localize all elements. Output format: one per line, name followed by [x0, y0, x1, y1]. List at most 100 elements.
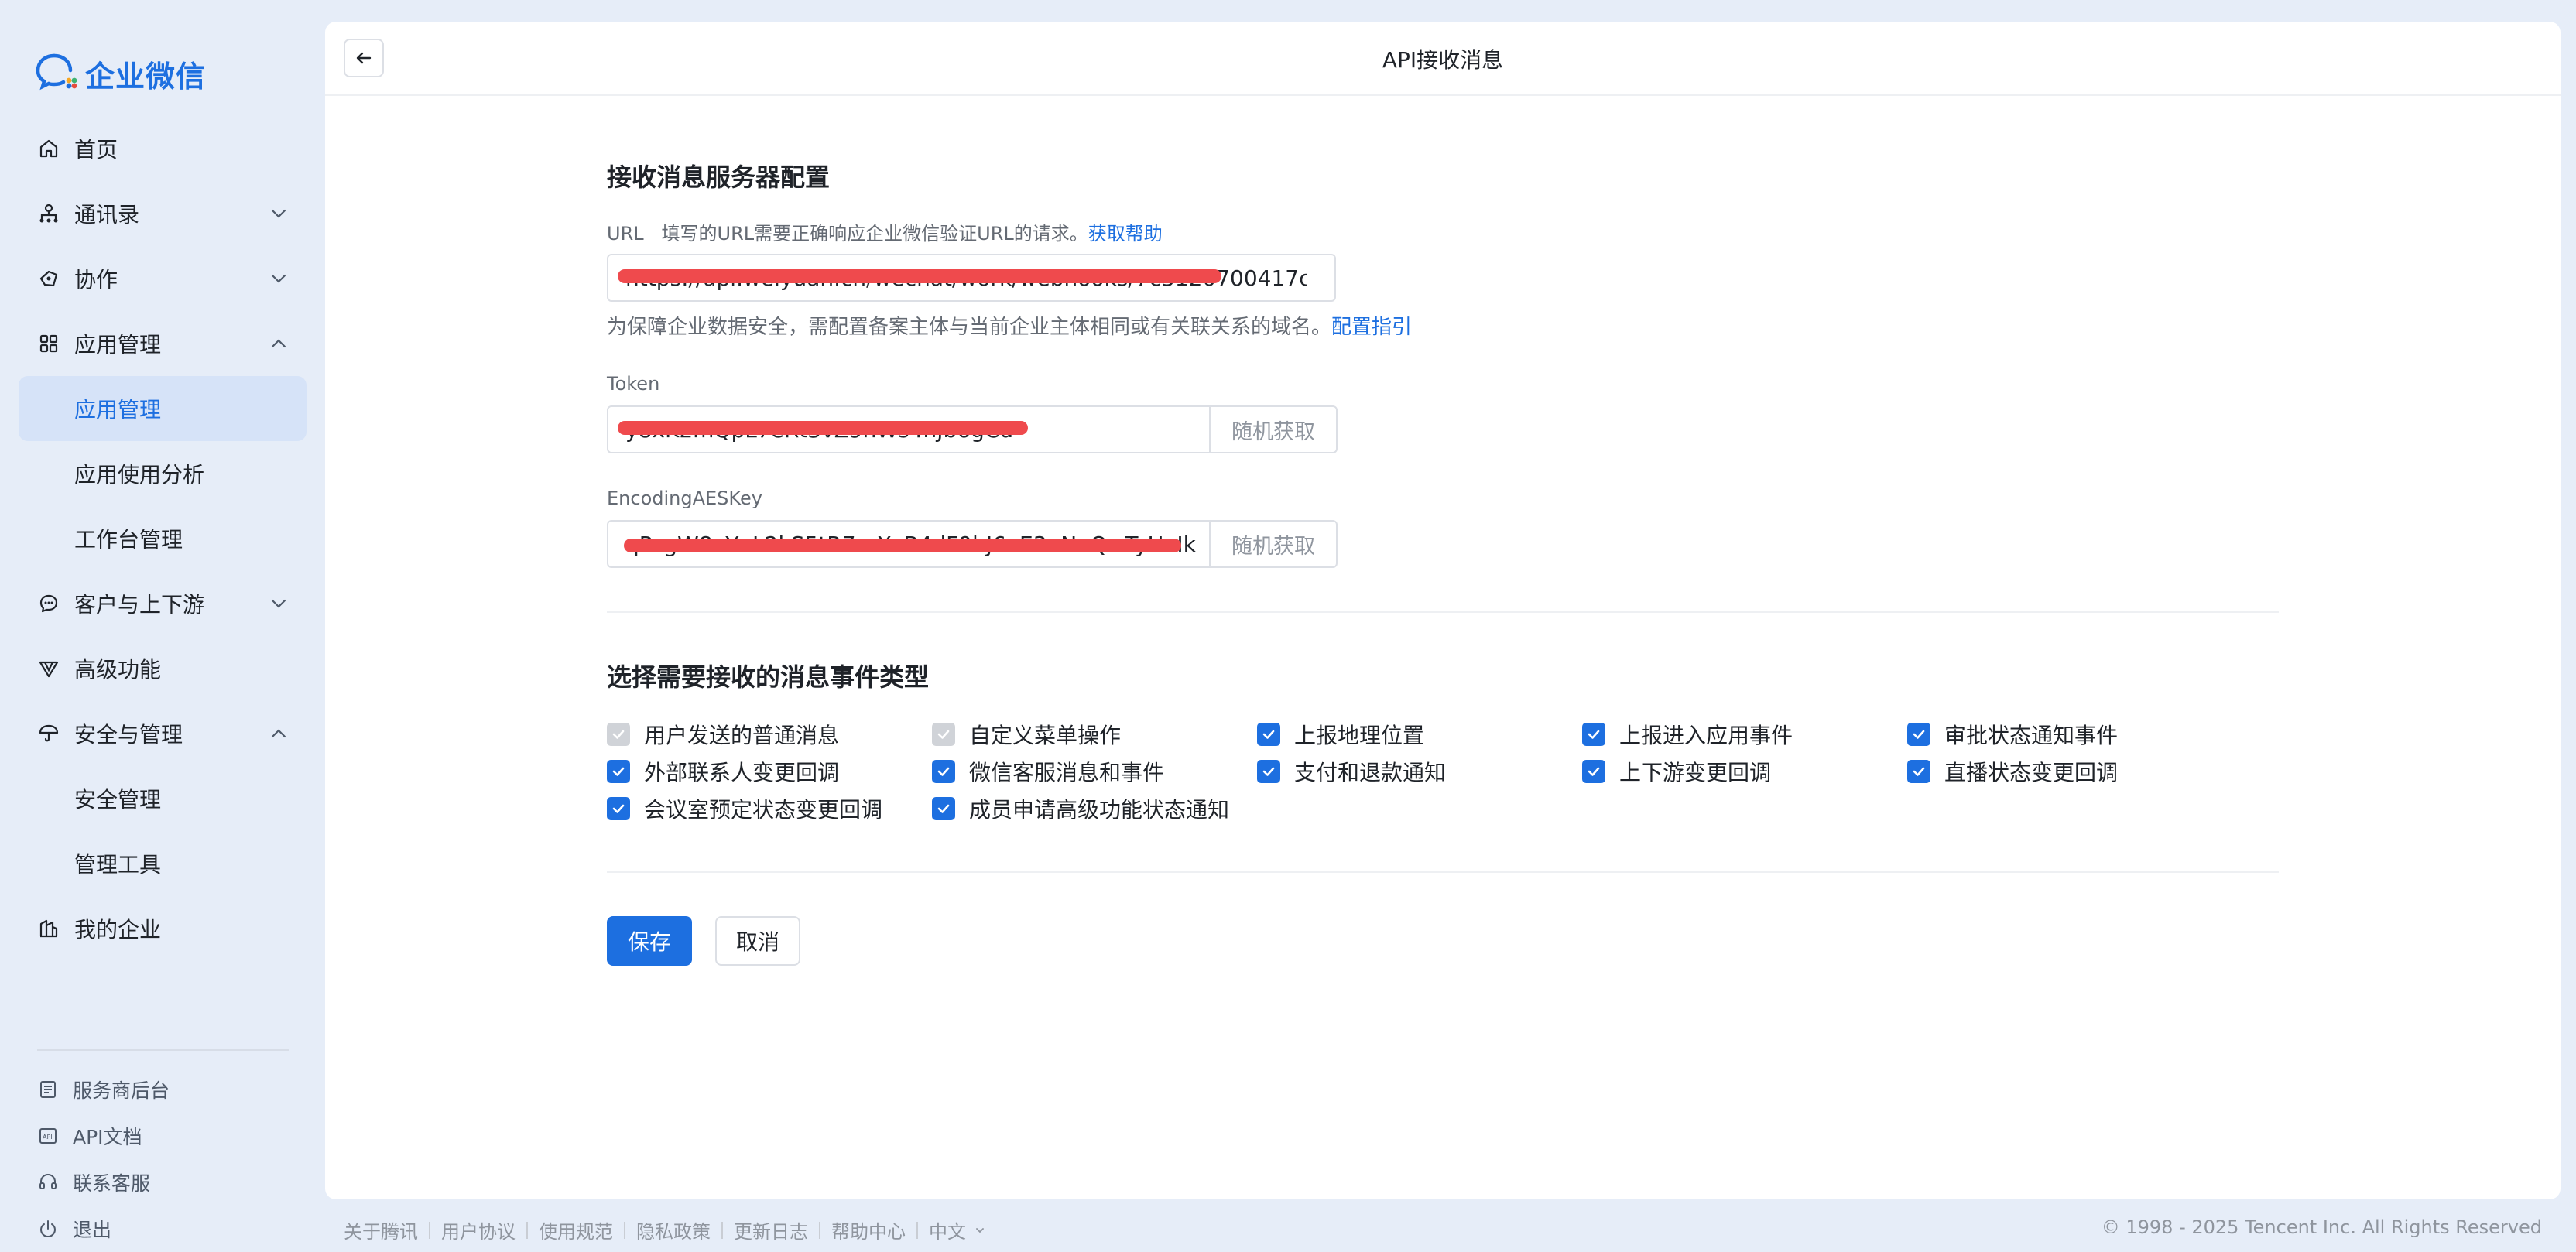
event-checkbox[interactable]: 成员申请高级功能状态通知: [932, 795, 1257, 823]
sidebar-footer-nav: 服务商后台 API API文档 联系客服 退出: [19, 1066, 307, 1252]
advanced-icon: [37, 657, 60, 680]
sidebar-footer-label: API文档: [73, 1126, 142, 1148]
token-random-button[interactable]: 随机获取: [1209, 405, 1338, 453]
footer-link[interactable]: 帮助中心: [831, 1216, 906, 1243]
checkmark-icon: [932, 797, 955, 820]
event-checkbox[interactable]: 直播状态变更回调: [1907, 758, 2232, 785]
wecom-logo-icon: [36, 53, 77, 94]
sidebar-item-my-company[interactable]: 我的企业: [19, 896, 307, 961]
footer-link[interactable]: 更新日志: [734, 1216, 808, 1243]
footer-separator: [721, 1221, 723, 1239]
building-icon: [37, 917, 60, 940]
language-selector[interactable]: 中文: [929, 1216, 966, 1243]
event-checkbox: 用户发送的普通消息: [607, 721, 932, 748]
sidebar-footer-label: 退出: [73, 1219, 112, 1241]
sidebar-item-advanced[interactable]: 高级功能: [19, 636, 307, 701]
sidebar-item-label: 我的企业: [74, 917, 162, 942]
sidebar-subitem-admin-tools[interactable]: 管理工具: [19, 831, 307, 896]
sidebar-item-label: 应用使用分析: [74, 462, 205, 487]
org-chart-icon: [37, 202, 60, 225]
event-checkbox[interactable]: 支付和退款通知: [1257, 758, 1582, 785]
event-checkbox-label: 上报进入应用事件: [1619, 723, 1793, 748]
checkmark-icon: [607, 797, 630, 820]
section-divider: [607, 611, 2279, 613]
sidebar-item-app-management[interactable]: 应用管理: [19, 311, 307, 376]
footer-separator: [624, 1221, 625, 1239]
event-checkbox-label: 微信客服消息和事件: [969, 760, 1165, 785]
page-title: API接收消息: [1382, 47, 1504, 73]
sidebar-link-logout[interactable]: 退出: [19, 1206, 307, 1252]
event-checkbox-label: 成员申请高级功能状态通知: [969, 797, 1230, 823]
aes-key-field: qPzgW8vYnL2kS5tR7mXcB4dF9hJ6aE3uNeQwTyUo…: [607, 520, 1338, 568]
domain-note: 为保障企业数据安全，需配置备案主体与当前企业主体相同或有关联关系的域名。: [607, 316, 1332, 339]
sidebar-item-security[interactable]: 安全与管理: [19, 701, 307, 766]
sidebar-link-api-docs[interactable]: API API文档: [19, 1113, 307, 1159]
aes-key-input[interactable]: qPzgW8vYnL2kS5tR7mXcB4dF9hJ6aE3uNeQwTyUo…: [607, 520, 1215, 568]
sidebar-item-label: 管理工具: [74, 852, 162, 877]
aes-key-label: EncodingAESKey: [607, 487, 762, 509]
aes-key-random-button[interactable]: 随机获取: [1209, 520, 1338, 568]
event-checkbox: 自定义菜单操作: [932, 721, 1257, 748]
copyright: © 1998 - 2025 Tencent Inc. All Rights Re…: [2101, 1216, 2542, 1238]
event-checkbox[interactable]: 外部联系人变更回调: [607, 758, 932, 785]
event-checkbox[interactable]: 会议室预定状态变更回调: [607, 795, 932, 823]
footer-link[interactable]: 隐私政策: [636, 1216, 711, 1243]
sidebar-subitem-app-analytics[interactable]: 应用使用分析: [19, 441, 307, 506]
chevron-down-icon: [271, 274, 286, 283]
sidebar-item-collab[interactable]: 协作: [19, 246, 307, 311]
brand-logo[interactable]: 企业微信: [36, 51, 206, 96]
section-divider: [607, 871, 2279, 873]
sidebar-item-label: 应用管理: [74, 397, 162, 422]
event-checkbox-label: 上报地理位置: [1294, 723, 1425, 748]
checkmark-icon: [1907, 723, 1930, 746]
sidebar-item-customers[interactable]: 客户与上下游: [19, 571, 307, 636]
url-input[interactable]: https://api.weiyuan.cn/wechat/work/webho…: [607, 254, 1336, 302]
checkmark-icon: [607, 760, 630, 783]
checkmark-icon: [1907, 760, 1930, 783]
sidebar-subitem-security-management[interactable]: 安全管理: [19, 766, 307, 831]
sidebar-item-label: 工作台管理: [74, 527, 183, 552]
event-checkbox-grid: 用户发送的普通消息 自定义菜单操作 上报地理位置 上报进入应用事件 审批状态通知事件外部…: [607, 721, 2232, 823]
event-checkbox[interactable]: 微信客服消息和事件: [932, 758, 1257, 785]
cancel-button[interactable]: 取消: [715, 916, 800, 966]
collab-icon: [37, 267, 60, 290]
api-icon: API: [37, 1125, 59, 1147]
domain-guide-link[interactable]: 配置指引: [1331, 316, 1412, 339]
sidebar-item-label: 安全管理: [74, 787, 162, 812]
footer-separator: [526, 1221, 528, 1239]
event-checkbox-label: 自定义菜单操作: [969, 723, 1122, 748]
apps-grid-icon: [37, 332, 60, 355]
event-checkbox-label: 直播状态变更回调: [1944, 760, 2119, 785]
sidebar-item-label: 客户与上下游: [74, 592, 205, 617]
sidebar-item-contacts[interactable]: 通讯录: [19, 181, 307, 246]
server-config-title: 接收消息服务器配置: [607, 162, 831, 192]
token-input[interactable]: y8xK2mQpL7eRt3vZ9nWs4hJb6gCd: [607, 405, 1215, 453]
page-header: API接收消息: [325, 22, 2561, 96]
event-checkbox-label: 上下游变更回调: [1619, 760, 1772, 785]
chevron-down-icon: [974, 1220, 986, 1241]
footer-link[interactable]: 关于腾讯: [344, 1216, 418, 1243]
checkmark-icon: [932, 723, 955, 746]
event-checkbox[interactable]: 上报地理位置: [1257, 721, 1582, 748]
url-help-link[interactable]: 获取帮助: [1088, 223, 1163, 245]
sidebar-footer-label: 服务商后台: [73, 1079, 170, 1102]
checkmark-icon: [1582, 760, 1605, 783]
sidebar-nav: 首页 通讯录 协作 应用管理 应用管理 应用使用分析 工作台管理 客户与上下游 …: [19, 116, 307, 961]
sidebar-subitem-app-management[interactable]: 应用管理: [19, 376, 307, 441]
sidebar-link-provider-console[interactable]: 服务商后台: [19, 1066, 307, 1113]
sidebar-subitem-workbench[interactable]: 工作台管理: [19, 506, 307, 571]
sidebar-item-home[interactable]: 首页: [19, 116, 307, 181]
url-hint: 填写的URL需要正确响应企业微信验证URL的请求。: [661, 223, 1088, 245]
event-checkbox[interactable]: 审批状态通知事件: [1907, 721, 2232, 748]
event-checkbox[interactable]: 上报进入应用事件: [1582, 721, 1907, 748]
save-button[interactable]: 保存: [607, 916, 692, 966]
form-actions: 保存 取消: [607, 916, 800, 966]
chat-bubble-icon: [37, 592, 60, 615]
event-checkbox[interactable]: 上下游变更回调: [1582, 758, 1907, 785]
footer-link[interactable]: 用户协议: [441, 1216, 516, 1243]
footer-link[interactable]: 使用规范: [539, 1216, 613, 1243]
footer-separator: [819, 1221, 820, 1239]
redaction-mark: [624, 539, 1181, 552]
sidebar-link-support[interactable]: 联系客服: [19, 1159, 307, 1206]
events-title: 选择需要接收的消息事件类型: [607, 662, 930, 692]
